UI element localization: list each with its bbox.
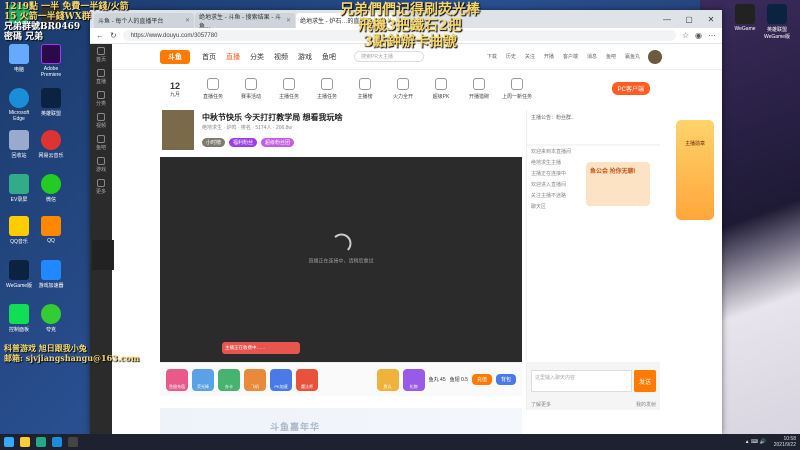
cat-item[interactable]: 火力全开 (388, 78, 418, 100)
user-avatar[interactable] (648, 49, 662, 64)
follow-icon[interactable]: 关注 (525, 53, 535, 60)
left-dock (92, 240, 114, 270)
history-icon[interactable]: 历史 (506, 53, 516, 60)
video-icon (97, 113, 105, 121)
cat-item[interactable]: 赛事活动 (236, 78, 266, 100)
nav-live[interactable]: 直播 (226, 52, 240, 62)
side-item[interactable]: 视频 (90, 110, 112, 132)
close-window-button[interactable]: ✕ (700, 10, 722, 28)
live-icon (97, 69, 105, 77)
cat-item[interactable]: 主播任务 (312, 78, 342, 100)
client-icon[interactable]: 客户端 (563, 53, 578, 60)
douyu-logo[interactable]: 斗鱼 (160, 49, 190, 64)
tray-icons[interactable]: ▲ ⌨ 🔊 (745, 439, 766, 445)
overlay-center: 兄弟們們记得刷荧光棒 飛機3把鐵石2把 3點鈡辦卡抽號 (340, 2, 480, 50)
desktop-icon[interactable]: Adobe Premiere (36, 44, 66, 78)
site-sidebar: 首页 直播 分类 视频 鱼吧 游戏 更多 (90, 44, 112, 434)
nav-home[interactable]: 首页 (202, 52, 216, 62)
close-tab-icon[interactable]: ✕ (185, 17, 190, 24)
task-icon (321, 78, 333, 90)
cat-item[interactable]: 主播任务 (274, 78, 304, 100)
fire-icon (397, 78, 409, 90)
nav-yuba[interactable]: 鱼吧 (322, 52, 336, 62)
desktop-icon-wegame[interactable]: WeGame (730, 4, 760, 32)
game-icon (97, 157, 105, 165)
taskbar-app-icon[interactable] (68, 437, 78, 447)
download-icon[interactable]: 下载 (487, 53, 497, 60)
top-nav: 首页 直播 分类 视频 游戏 鱼吧 (202, 52, 336, 62)
cat-item[interactable]: 主播榜 (350, 78, 380, 100)
clock[interactable]: 10:58 2021/9/22 (774, 436, 796, 448)
side-item[interactable]: 分类 (90, 88, 112, 110)
desktop-icon[interactable]: 电脑 (4, 44, 34, 73)
overlay-top-left: 1219點 一半 免費一半錢/火箭 15 火箭一半錢WX群 兄弟群號BR0469… (4, 2, 129, 42)
cat-item[interactable]: 超级PK (426, 78, 456, 100)
header-icons: 下载 历史 关注 开播 客户端 消息 鱼吧 赢鱼丸 (487, 53, 640, 60)
star-icon[interactable]: ☆ (682, 31, 689, 40)
desktop-icon-lol[interactable]: 英雄联盟 WeGame版 (762, 4, 792, 40)
nav-game[interactable]: 游戏 (298, 52, 312, 62)
cat-item[interactable]: 12 九月 (160, 81, 190, 98)
desktop-icon[interactable]: QQ (36, 216, 66, 244)
broadcast-icon[interactable]: 开播 (544, 53, 554, 60)
desktop-icon[interactable]: 回收站 (4, 130, 34, 159)
pc-client-button[interactable]: PC客户端 (611, 82, 650, 95)
desktop-icon[interactable]: 网易云音乐 (36, 130, 66, 159)
nav-category[interactable]: 分类 (250, 52, 264, 62)
desktop-icon[interactable]: 游戏加速器 (36, 260, 66, 289)
anchor-badge[interactable]: 主播勋章 (676, 120, 714, 220)
cat-item[interactable]: 开播猎碗 (464, 78, 494, 100)
minimize-button[interactable]: — (656, 10, 678, 28)
category-strip: 12 九月 直播任务 赛事活动 主播任务 主播任务 主播榜 火力全开 超级PK 开… (160, 72, 650, 106)
desktop-icon[interactable]: 控制面板 (4, 304, 34, 333)
yuba-icon[interactable]: 鱼吧 (606, 53, 616, 60)
profile-icon[interactable]: ◉ (695, 31, 702, 40)
side-item[interactable]: 首页 (90, 44, 112, 66)
bowl-icon (473, 78, 485, 90)
nav-video[interactable]: 视频 (274, 52, 288, 62)
desktop-icon[interactable]: Microsoft Edge (4, 88, 34, 122)
event-icon (245, 78, 257, 90)
more-icon[interactable]: ⋯ (708, 31, 716, 40)
close-tab-icon[interactable]: ✕ (286, 17, 291, 24)
message-icon[interactable]: 消息 (587, 53, 597, 60)
task-icon (283, 78, 295, 90)
desktop-icon[interactable]: 微信 (36, 174, 66, 203)
taskbar-app-icon[interactable] (20, 437, 30, 447)
taskbar: ▲ ⌨ 🔊 10:58 2021/9/22 (0, 434, 800, 450)
search-input[interactable]: 搜索PR大主播 (354, 51, 424, 62)
side-item[interactable]: 游戏 (90, 154, 112, 176)
cat-item[interactable]: 直播任务 (198, 78, 228, 100)
reward-icon[interactable]: 赢鱼丸 (625, 53, 640, 60)
cat-item[interactable]: 上周一新任务 (502, 78, 532, 100)
more-icon (97, 179, 105, 187)
task-icon (207, 78, 219, 90)
desktop-icon[interactable]: EV录屏 (4, 174, 34, 203)
desktop-icon[interactable]: 夸克 (36, 304, 66, 333)
overlay-bottom-left: 科普游戏 旭日跟我小兔 邮箱: sjvjiangshangu@163.com (4, 343, 140, 363)
maximize-button[interactable]: ▢ (678, 10, 700, 28)
rank-icon (359, 78, 371, 90)
edge-icon[interactable] (52, 437, 62, 447)
pk-icon (435, 78, 447, 90)
side-item[interactable]: 更多 (90, 176, 112, 198)
yuba-icon (97, 135, 105, 143)
desktop-icon[interactable]: WeGame版 (4, 260, 34, 289)
task-icon (511, 78, 523, 90)
taskbar-app-icon[interactable] (36, 437, 46, 447)
desktop-icon[interactable]: 英雄联盟 (36, 88, 66, 117)
side-item[interactable]: 直播 (90, 66, 112, 88)
home-icon (97, 47, 105, 55)
start-icon[interactable] (4, 437, 14, 447)
side-item[interactable]: 鱼吧 (90, 132, 112, 154)
category-icon (97, 91, 105, 99)
desktop-icon[interactable]: QQ音乐 (4, 216, 34, 245)
system-tray: ▲ ⌨ 🔊 10:58 2021/9/22 (745, 436, 796, 448)
browser-tab[interactable]: 绝地求生 - 斗鱼 - 搜索结果 - 斗鱼... ✕ (195, 13, 295, 30)
